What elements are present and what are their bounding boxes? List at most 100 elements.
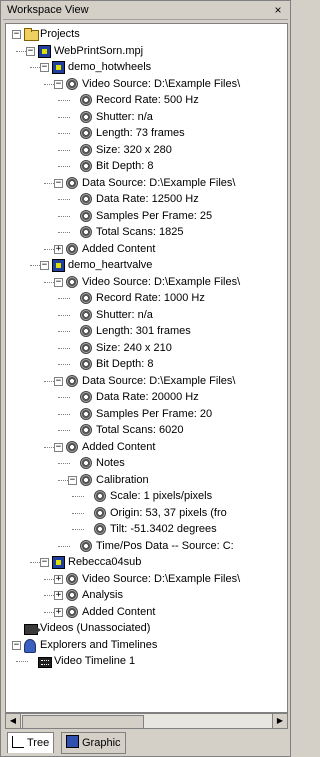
tree-tab-icon — [12, 736, 24, 748]
tree-item-label: Video Source: D:\Example Files\ — [82, 275, 241, 288]
tree-item-hw_sh[interactable]: Shutter: n/a — [6, 109, 287, 126]
gear-icon — [80, 391, 92, 403]
tree-item-label: Video Source: D:\Example Files\ — [82, 572, 241, 585]
tree-item-hv_notes[interactable]: Notes — [6, 455, 287, 472]
tree-item-label: Size: 320 x 280 — [96, 143, 172, 156]
tree-item-hv_rr[interactable]: Record Rate: 1000 Hz — [6, 290, 287, 307]
tree-connector — [58, 133, 70, 134]
tree-item-hv_data[interactable]: − Data Source: D:\Example Files\ — [6, 373, 287, 390]
tree-item-hv_video[interactable]: − Video Source: D:\Example Files\ — [6, 274, 287, 291]
tree-item-hw_bd[interactable]: Bit Depth: 8 — [6, 158, 287, 175]
gear-icon — [66, 275, 78, 288]
collapse-icon[interactable]: − — [12, 640, 21, 650]
tree-connector — [58, 166, 70, 167]
tree-connector — [58, 116, 70, 118]
collapse-icon[interactable]: − — [40, 63, 49, 72]
tree-item-hw_rr[interactable]: Record Rate: 500 Hz — [6, 92, 287, 109]
expand-icon[interactable]: + — [54, 244, 63, 254]
tree-item-label: Video Source: D:\Example Files\ — [82, 77, 241, 90]
tree-connector — [58, 314, 70, 316]
collapse-icon[interactable]: − — [26, 46, 35, 56]
tree-item-rb_video[interactable]: + Video Source: D:\Example Files\ — [6, 571, 287, 588]
tree-item-hv_bd[interactable]: Bit Depth: 8 — [6, 356, 287, 373]
collapse-icon[interactable]: − — [12, 30, 21, 39]
collapse-icon[interactable]: − — [54, 376, 63, 386]
project-icon — [52, 259, 65, 272]
tab-graphic[interactable]: Graphic — [61, 732, 126, 754]
tree-item-hv_sh[interactable]: Shutter: n/a — [6, 307, 287, 324]
collapse-icon[interactable]: − — [40, 558, 49, 567]
tree-item-hw_spf[interactable]: Samples Per Frame: 25 — [6, 208, 287, 225]
tree-item-webprintsorn[interactable]: − WebPrintSorn.mpj — [6, 43, 287, 60]
gear-icon — [94, 523, 106, 535]
collapse-icon[interactable]: − — [54, 277, 63, 287]
tree-item-label: Analysis — [82, 589, 123, 601]
gear-icon — [80, 110, 92, 123]
tree-connector — [58, 331, 70, 332]
tree-item-explorers[interactable]: − Explorers and Timelines — [6, 637, 287, 654]
tree-item-label: Added Content — [82, 242, 156, 255]
gear-icon — [80, 424, 92, 436]
gear-icon — [80, 308, 92, 321]
collapse-icon[interactable]: − — [54, 178, 63, 188]
tree-item-hv_added[interactable]: − Added Content — [6, 439, 287, 456]
gear-icon — [66, 374, 78, 387]
tree-item-hw_size[interactable]: Size: 320 x 280 — [6, 142, 287, 159]
tree-item-rb_analysis[interactable]: + Analysis — [6, 587, 287, 604]
gear-icon — [94, 506, 106, 519]
tree-item-hw_data[interactable]: − Data Source: D:\Example Files\ — [6, 175, 287, 192]
expand-icon[interactable]: + — [54, 574, 63, 584]
panel-title: Workspace View — [7, 4, 89, 16]
gear-icon — [80, 325, 92, 337]
tree-item-label: Samples Per Frame: 25 — [96, 209, 213, 222]
tree-item-hv_tilt[interactable]: Tilt: -51.3402 degrees — [6, 521, 287, 538]
tree-item-timeline1[interactable]: Video Timeline 1 — [6, 653, 287, 670]
tree-item-label: Origin: 53, 37 pixels (fro — [110, 506, 227, 519]
collapse-icon[interactable]: − — [68, 475, 77, 485]
tree-item-hw_ts[interactable]: Total Scans: 1825 — [6, 224, 287, 241]
expand-icon[interactable]: + — [54, 591, 63, 600]
tree-item-demo_heartvalve[interactable]: − demo_heartvalve — [6, 257, 287, 274]
gear-icon — [80, 341, 92, 354]
tree-item-rb_added[interactable]: + Added Content — [6, 604, 287, 621]
tab-tree[interactable]: Tree — [7, 732, 55, 753]
tree-item-hv_origin[interactable]: Origin: 53, 37 pixels (fro — [6, 505, 287, 522]
tree-item-hv_size[interactable]: Size: 240 x 210 — [6, 340, 287, 357]
collapse-icon[interactable]: − — [54, 79, 63, 89]
tree-item-label: Bit Depth: 8 — [96, 358, 154, 370]
tree-item-label: Bit Depth: 8 — [96, 160, 154, 172]
project-tree[interactable]: − Projects − WebPrintSorn.mpj − demo_hotwheel… — [5, 23, 288, 713]
tree-item-label: Data Source: D:\Example Files\ — [82, 176, 236, 189]
expand-icon[interactable]: + — [54, 607, 63, 617]
scroll-right-icon[interactable]: ▶ — [272, 714, 287, 728]
scroll-thumb[interactable] — [22, 715, 144, 729]
tree-item-hv_cal[interactable]: − Calibration — [6, 472, 287, 489]
tree-item-hv_len[interactable]: Length: 301 frames — [6, 323, 287, 340]
tree-item-label: Explorers and Timelines — [40, 638, 158, 651]
tree-item-label: Data Source: D:\Example Files\ — [82, 374, 236, 387]
tree-item-demo_hotwheels[interactable]: − demo_hotwheels — [6, 59, 287, 76]
tree-item-hv_spf[interactable]: Samples Per Frame: 20 — [6, 406, 287, 423]
tree-item-projects[interactable]: − Projects — [6, 26, 287, 43]
tree-connector — [58, 149, 70, 151]
project-icon — [52, 556, 65, 569]
scroll-left-icon[interactable]: ◀ — [6, 714, 21, 728]
tree-item-videos[interactable]: Videos (Unassociated) — [6, 620, 287, 637]
tree-item-hw_added[interactable]: + Added Content — [6, 241, 287, 258]
gear-icon — [66, 77, 78, 90]
tree-item-hv_dr[interactable]: Data Rate: 20000 Hz — [6, 389, 287, 406]
close-icon[interactable]: × — [272, 3, 284, 17]
tree-item-hw_len[interactable]: Length: 73 frames — [6, 125, 287, 142]
gear-icon — [80, 193, 92, 205]
collapse-icon[interactable]: − — [54, 442, 63, 452]
tree-item-hv_tp[interactable]: Time/Pos Data -- Source: C: — [6, 538, 287, 555]
tree-item-rebecca[interactable]: − Rebecca04sub — [6, 554, 287, 571]
tree-item-hw_dr[interactable]: Data Rate: 12500 Hz — [6, 191, 287, 208]
tree-item-hv_ts[interactable]: Total Scans: 6020 — [6, 422, 287, 439]
tree-item-hv_scale[interactable]: Scale: 1 pixels/pixels — [6, 488, 287, 505]
horizontal-scrollbar[interactable]: ◀ ▶ — [5, 713, 288, 729]
tree-item-label: Videos (Unassociated) — [40, 622, 151, 634]
view-tabs: Tree Graphic — [5, 732, 286, 754]
tree-item-hw_video[interactable]: − Video Source: D:\Example Files\ — [6, 76, 287, 93]
collapse-icon[interactable]: − — [40, 261, 49, 270]
